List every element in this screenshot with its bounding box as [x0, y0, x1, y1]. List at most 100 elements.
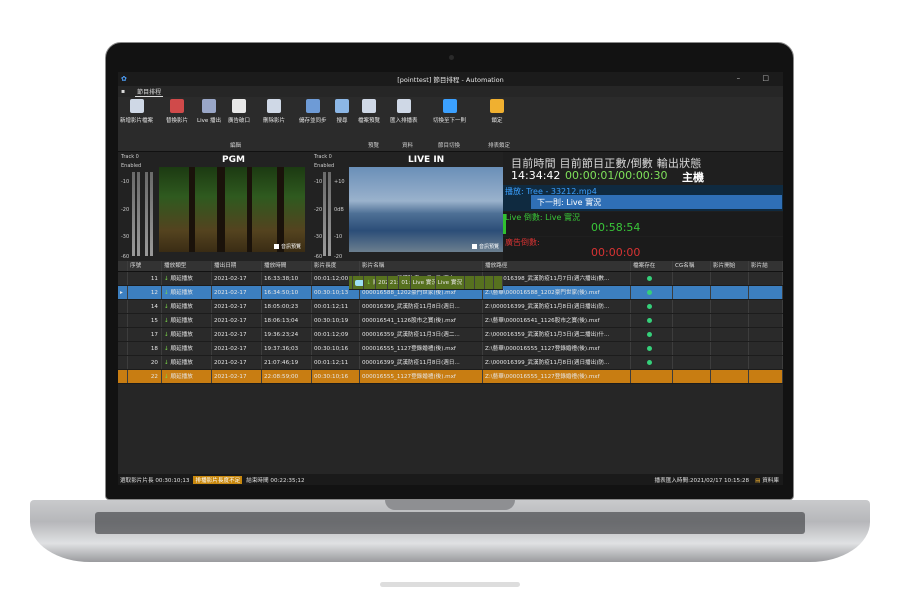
cell-len: 00:30:10;19: [312, 314, 360, 327]
lock-button[interactable]: 鎖定: [490, 99, 504, 124]
ribbon-button-label: 匯入排播表: [390, 118, 418, 124]
status-bar: 選取影片片長 00:30:10;13 排播影片長度不足 結束時間 00:22:3…: [118, 474, 783, 485]
clapper-button[interactable]: Live 播出: [197, 99, 221, 124]
column-header[interactable]: 影片名稱: [360, 261, 483, 271]
audio-meter: [150, 172, 153, 256]
column-header[interactable]: 播出日期: [212, 261, 262, 271]
replace-icon: [170, 99, 184, 113]
track-select-left[interactable]: Track 0: [121, 154, 139, 160]
meter-scale: -10: [314, 179, 323, 185]
cell-type: ↓ 順延播放: [162, 356, 212, 369]
column-header[interactable]: 影片開始: [711, 261, 749, 271]
empty-cell: [711, 328, 749, 341]
cell-path: Z:\000016398_武漢防疫11月7日(週六播出)數...: [483, 272, 631, 285]
cell-time: 19:37:36;03: [262, 342, 312, 355]
cell-file-exists: [631, 370, 673, 383]
file-exists-icon: [647, 276, 652, 281]
cell-type: ↓ 順延播放: [162, 314, 212, 327]
table-row[interactable]: 15 ↓ 順延播放 2021-02-17 18:06:13;04 00:30:10;19…: [118, 314, 783, 328]
table-row[interactable]: 18 ↓ 順延播放 2021-02-17 19:37:36;03 00:30:10;16…: [118, 342, 783, 356]
table-row[interactable]: 22 ↓ 順延播放 2021-02-17 22:08:59;00 00:30:10;16…: [118, 370, 783, 384]
track-select-right[interactable]: Track 0: [314, 154, 332, 160]
ribbon-button-label: Live 播出: [197, 118, 221, 124]
empty-cell: [673, 328, 711, 341]
empty-cell: [749, 300, 783, 313]
audio-meter: [145, 172, 148, 256]
replace-button[interactable]: 替換影片: [166, 99, 188, 124]
cell-no: 11: [128, 272, 162, 285]
empty-cell: [485, 276, 495, 289]
column-header[interactable]: 播放路徑: [483, 261, 631, 271]
cell-len: 00:30:10;16: [312, 370, 360, 383]
live-in-title: LIVE IN: [408, 155, 445, 165]
empty-cell: [673, 286, 711, 299]
current-time: 14:34:42: [511, 169, 561, 182]
ribbon-group-label: 編輯: [230, 143, 242, 149]
import-time: 播表匯入時間:2021/02/17 10:15:28: [654, 477, 750, 484]
cell-path: Z:\000016359_武漢防疫11月3日(週二播出)什...: [483, 328, 631, 341]
column-header[interactable]: 播放類型: [162, 261, 212, 271]
window-title: [pointtest] 節目排程 - Automation: [397, 76, 504, 84]
search-icon: [335, 99, 349, 113]
table-row[interactable]: 21↓ 順延播放2021-02-1721:08:59;0001:00:00;00…: [349, 276, 504, 290]
camera-icon: [355, 279, 364, 286]
cell-date: 2021-02-17: [212, 342, 262, 355]
table-row[interactable]: 17 ↓ 順延播放 2021-02-17 19:36:23;24 00:01:12;09…: [118, 328, 783, 342]
cell-time: 21:08:59;00: [388, 276, 400, 289]
window-controls[interactable]: – □: [737, 74, 779, 82]
ad-countdown-label: 廣告倒數:: [505, 238, 540, 247]
audio-preview-toggle[interactable]: 音訊預覽: [471, 243, 499, 250]
column-header[interactable]: CG名稱: [673, 261, 711, 271]
column-header[interactable]: 檔案存在: [631, 261, 673, 271]
column-header[interactable]: [118, 261, 128, 271]
tab-schedule[interactable]: 節目排程: [135, 87, 164, 97]
live-countdown-label: Live 倒數: Live 實況: [505, 213, 580, 222]
empty-cell: [673, 272, 711, 285]
cell-time: 18:06:13;04: [262, 314, 312, 327]
delete-file-button[interactable]: 刪除影片: [263, 99, 285, 124]
row-marker: [118, 314, 128, 327]
empty-cell: [749, 342, 783, 355]
cell-time: 22:08:59;00: [262, 370, 312, 383]
empty-cell: [711, 342, 749, 355]
cell-type: ↓ 順延播放: [162, 328, 212, 341]
cell-path: Z:\藝華\000016555_1127登錄婚禮(後).mxf: [483, 342, 631, 355]
break-icon: [232, 99, 246, 113]
save-button[interactable]: 儲存並同步: [299, 99, 327, 124]
grid-header: 序號 播放類型 播出日期 播放時間 影片長度 影片名稱 播放路徑 檔案存在 CG名稱 影片開始 影片…: [118, 261, 783, 272]
cell-file-exists: [465, 276, 476, 289]
table-row[interactable]: 20 ↓ 順延播放 2021-02-17 21:07:46;19 00:01:12;11…: [118, 356, 783, 370]
cell-path: Z:\藝華\000016541_1126股市之寶(後).mxf: [483, 314, 631, 327]
arrow-right-button[interactable]: 切換至下一則: [433, 99, 466, 124]
preview-button[interactable]: 檔案預覽: [358, 99, 380, 124]
cell-type: ↓ 順延播放: [162, 272, 212, 285]
cell-date: 2021-02-17: [212, 272, 262, 285]
import-button[interactable]: 匯入排播表: [390, 99, 418, 124]
audio-preview-toggle[interactable]: 音訊預覽: [273, 243, 301, 250]
break-button[interactable]: 廣告破口: [228, 99, 250, 124]
column-header[interactable]: 影片結: [749, 261, 783, 271]
add-file-button[interactable]: 新增影片檔案: [120, 99, 153, 124]
live-countdown-box: Live 倒數: Live 實況 00:58:54: [503, 212, 783, 236]
table-row[interactable]: 14 ↓ 順延播放 2021-02-17 18:05:00;23 00:01:12;11…: [118, 300, 783, 314]
keyboard: [95, 512, 805, 534]
selected-length: 選取影片片長 00:30:10;13: [120, 477, 190, 484]
cell-name: 000016541_1126股市之寶(後).mxf: [360, 314, 483, 327]
end-time: 結束時間 00:22:35;12: [246, 477, 305, 484]
column-header[interactable]: 影片長度: [312, 261, 360, 271]
search-button[interactable]: 搜尋: [335, 99, 349, 124]
menu-bar: ▪ 節目排程: [118, 86, 783, 97]
cell-no: 12: [128, 286, 162, 299]
column-header[interactable]: 序號: [128, 261, 162, 271]
live-in-video: 音訊預覽: [349, 167, 503, 252]
database-button[interactable]: ▤ 資料庫: [755, 476, 779, 484]
cell-file-exists: [631, 314, 673, 327]
cell-file-exists: [631, 286, 673, 299]
cell-date: 2021-02-17: [212, 314, 262, 327]
file-exists-icon: [647, 332, 652, 337]
meter-scale: -10: [121, 179, 130, 185]
ribbon-group-label: 節目切換: [438, 143, 461, 149]
column-header[interactable]: 播放時間: [262, 261, 312, 271]
audio-meter: [132, 172, 135, 256]
app-menu-button[interactable]: ▪: [121, 88, 125, 95]
